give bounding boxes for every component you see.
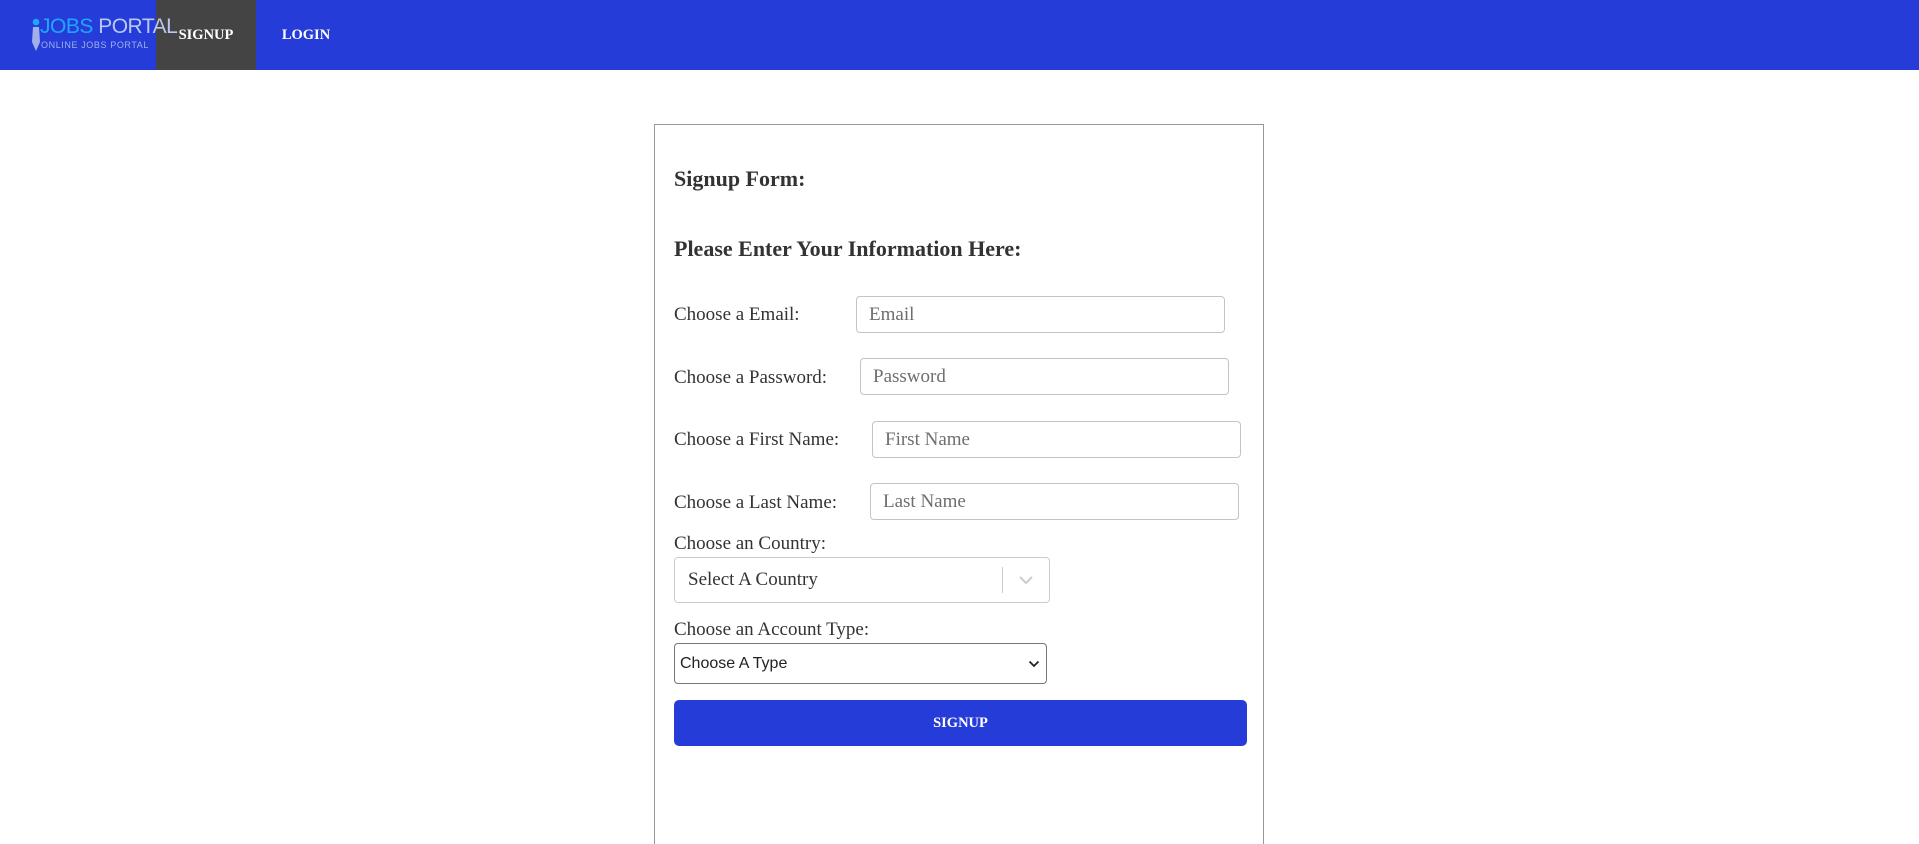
last-name-field[interactable] xyxy=(870,483,1239,520)
account-type-label: Choose an Account Type: xyxy=(674,619,870,640)
country-label: Choose an Country: xyxy=(674,533,826,554)
password-field[interactable] xyxy=(860,358,1229,395)
chevron-down-icon[interactable] xyxy=(1003,558,1049,602)
account-type-select-value: Choose A Type xyxy=(680,654,788,672)
first-name-field[interactable] xyxy=(872,421,1241,458)
last-name-label: Choose a Last Name: xyxy=(674,492,838,513)
logo-brand: JOBS PORTAL xyxy=(40,15,178,38)
chevron-down-icon xyxy=(1022,660,1046,668)
first-name-label: Choose a First Name: xyxy=(674,429,840,450)
country-select[interactable]: Select A Country xyxy=(674,557,1050,603)
signup-submit-button[interactable]: SIGNUP xyxy=(674,700,1247,746)
nav-login-link[interactable]: LOGIN xyxy=(256,0,356,70)
password-label: Choose a Password: xyxy=(674,367,828,388)
logo-brand-highlight: OBS xyxy=(50,15,93,38)
account-type-select[interactable]: Choose A Type xyxy=(674,643,1047,684)
logo-brand-prefix: J xyxy=(40,15,51,38)
top-navbar: JOBS PORTAL ONLINE JOBS PORTAL SIGNUP LO… xyxy=(0,0,1919,70)
form-title: Signup Form: xyxy=(674,166,806,191)
signup-form-card: Signup Form: Please Enter Your Informati… xyxy=(654,124,1264,844)
form-subtitle: Please Enter Your Information Here: xyxy=(674,236,1022,261)
country-select-value: Select A Country xyxy=(688,569,818,590)
email-label: Choose a Email: xyxy=(674,304,800,325)
logo-brand-suffix: PORTAL xyxy=(92,15,178,38)
email-field[interactable] xyxy=(856,296,1225,333)
logo-tagline: ONLINE JOBS PORTAL xyxy=(41,40,149,50)
site-logo[interactable]: JOBS PORTAL ONLINE JOBS PORTAL xyxy=(0,0,178,70)
